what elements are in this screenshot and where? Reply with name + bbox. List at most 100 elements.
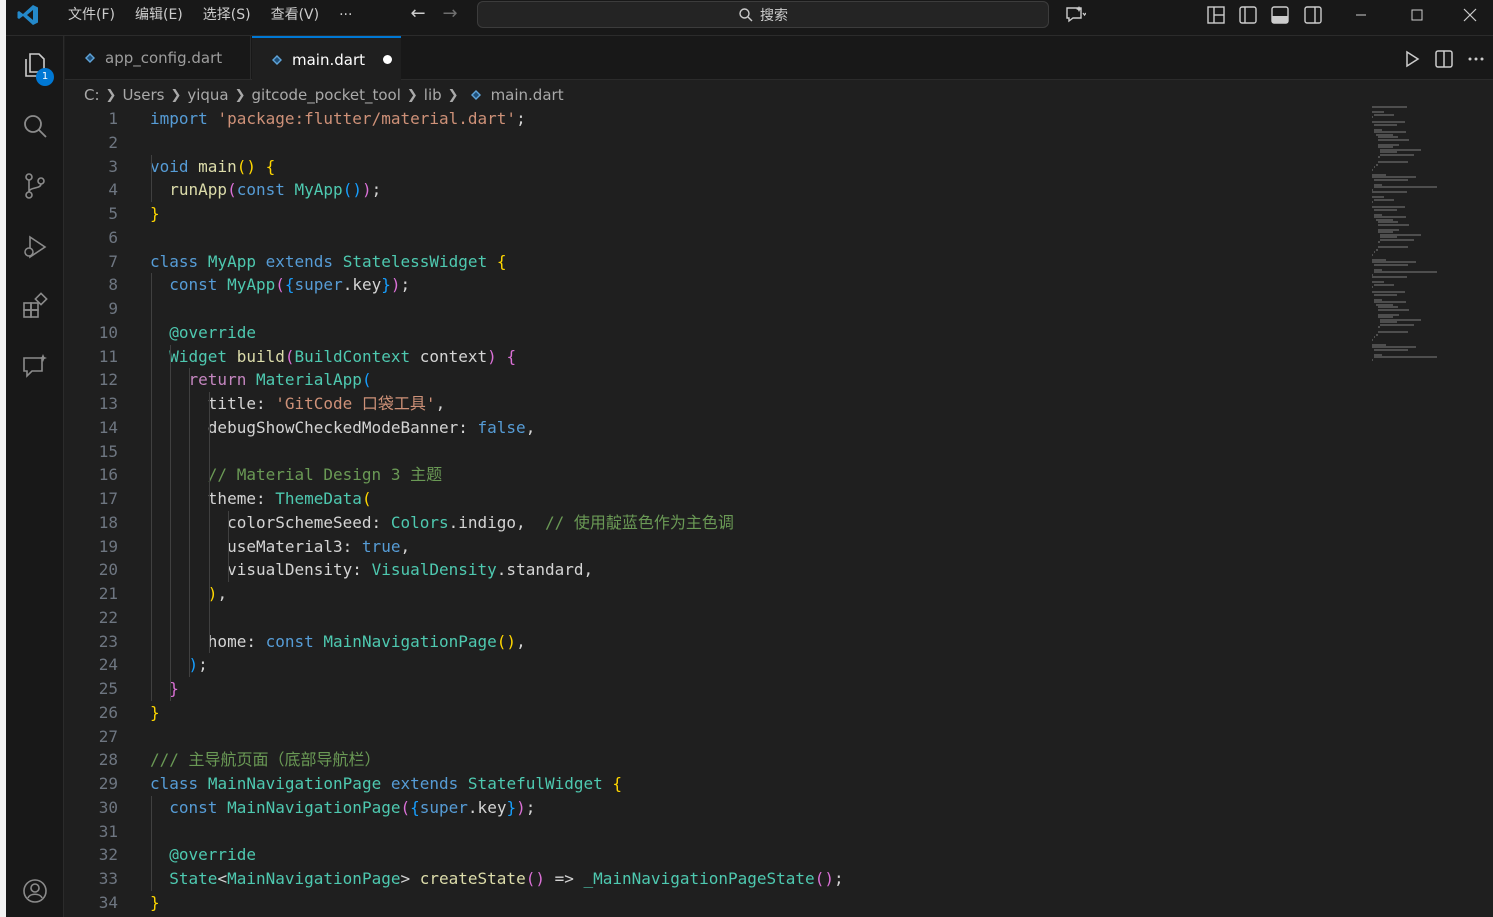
code-text: colorSchemeSeed: Colors.indigo, // 使用靛蓝色… — [150, 511, 734, 535]
dart-file-icon — [470, 90, 481, 100]
back-arrow-icon[interactable]: ← — [407, 4, 429, 26]
unsaved-changes-dot[interactable] — [383, 55, 393, 64]
toggle-secondary-sidebar-icon[interactable] — [1302, 4, 1324, 26]
line-number: 22 — [98, 607, 118, 627]
breadcrumb-item[interactable]: gitcode_pocket_tool — [252, 86, 401, 104]
code-token: ThemeData — [275, 489, 362, 508]
source-control-icon[interactable] — [20, 171, 50, 201]
code-text: State<MainNavigationPage> createState() … — [150, 867, 844, 891]
dart-file-icon — [85, 53, 95, 63]
line-number: 34 — [98, 892, 118, 912]
line-number: 15 — [98, 441, 118, 461]
accounts-icon[interactable] — [20, 876, 50, 906]
code-token: void — [150, 156, 189, 176]
search-icon — [739, 7, 753, 21]
copilot-chat-icon[interactable] — [1064, 4, 1086, 26]
command-center-search[interactable]: 搜索 — [477, 1, 1049, 28]
code-text: class MyApp extends StatelessWidget { — [150, 250, 506, 274]
code-text: const MyApp({super.key}); — [150, 273, 410, 297]
code-token: { — [496, 251, 507, 271]
menu-view[interactable]: 查看(V) — [261, 0, 330, 30]
minimap-line — [1374, 251, 1375, 253]
minimap-line — [1372, 168, 1373, 171]
indent-guide — [151, 795, 152, 891]
toggle-panel-icon[interactable] — [1269, 4, 1291, 26]
code-editor[interactable]: 1 import 'package:flutter/material.dart';… — [65, 106, 1365, 917]
breadcrumb-item[interactable]: C: — [84, 86, 100, 104]
breadcrumb-item[interactable]: lib — [424, 86, 442, 104]
customize-layout-icon[interactable] — [1205, 4, 1227, 26]
code-text: return MaterialApp( — [150, 368, 372, 392]
menu-more[interactable]: ··· — [329, 0, 362, 30]
maximize-button[interactable] — [1394, 0, 1440, 30]
minimap-line — [1376, 333, 1378, 336]
chat-icon[interactable] — [20, 352, 50, 382]
code-token: runApp — [169, 180, 228, 200]
search-view-icon[interactable] — [20, 111, 50, 141]
minimize-icon — [1356, 14, 1366, 16]
code-token: extends — [390, 774, 459, 793]
code-token: const — [169, 797, 218, 817]
tab-app-config[interactable]: app_config.dart — [65, 36, 251, 80]
menu-file[interactable]: 文件(F) — [58, 0, 125, 30]
code-token: () — [525, 869, 545, 888]
code-token: MyApp — [227, 275, 276, 295]
activity-bar: 1 — [6, 36, 64, 917]
code-token: ; — [198, 655, 208, 675]
minimap-line — [1372, 253, 1373, 256]
code-token: context — [410, 346, 488, 366]
line-number: 32 — [98, 845, 118, 865]
forward-arrow-icon[interactable]: → — [439, 4, 461, 26]
indent-guide — [170, 344, 172, 701]
tab-main-dart[interactable]: main.dart — [252, 36, 401, 81]
code-token: MainNavigationPage — [227, 869, 401, 888]
code-token: () — [814, 869, 834, 888]
code-token: MainNavigationPage — [227, 797, 401, 817]
code-token: } — [150, 702, 160, 722]
minimize-button[interactable] — [1338, 0, 1384, 30]
minimap-line — [1374, 293, 1397, 296]
editor-scrollbar[interactable] — [1486, 106, 1493, 917]
run-and-debug-icon[interactable] — [20, 232, 50, 262]
indent-guide — [208, 392, 210, 654]
line-number: 12 — [98, 370, 118, 390]
minimap-line — [1378, 138, 1409, 141]
breadcrumb-item[interactable]: Users — [122, 86, 164, 104]
code-token: import — [150, 109, 208, 128]
minimap-line — [1374, 283, 1394, 286]
code-text: visualDensity: VisualDensity.standard, — [150, 558, 593, 582]
code-token: ; — [833, 869, 844, 888]
code-token: State — [169, 869, 218, 888]
code-token: } — [150, 204, 160, 223]
line-number: 19 — [98, 536, 118, 556]
minimap-line — [1374, 356, 1437, 358]
code-token: // 使用靛蓝色作为主色调 — [544, 512, 734, 532]
minimap-line — [1378, 241, 1380, 243]
toggle-primary-sidebar-icon[interactable] — [1237, 4, 1259, 26]
code-token: StatefulWidget — [467, 774, 603, 793]
code-text: @override — [150, 843, 256, 867]
menu-selection[interactable]: 选择(S) — [193, 0, 261, 30]
more-actions-icon[interactable] — [1465, 48, 1487, 70]
code-token: MainNavigationPage — [207, 774, 382, 793]
breadcrumb-item[interactable]: yiqua — [187, 86, 228, 104]
code-text: class MainNavigationPage extends Statefu… — [150, 772, 622, 796]
close-icon — [1463, 8, 1477, 22]
extensions-icon[interactable] — [20, 291, 50, 321]
menu-edit[interactable]: 编辑(E) — [125, 0, 193, 30]
run-file-icon[interactable] — [1401, 48, 1423, 70]
code-token: MyApp — [294, 180, 343, 200]
close-button[interactable] — [1447, 0, 1493, 30]
code-token: ) — [361, 180, 372, 200]
line-number: 10 — [98, 322, 118, 342]
minimap[interactable] — [1372, 106, 1452, 366]
breadcrumb-item[interactable]: main.dart — [491, 86, 564, 104]
split-editor-icon[interactable] — [1433, 48, 1455, 70]
